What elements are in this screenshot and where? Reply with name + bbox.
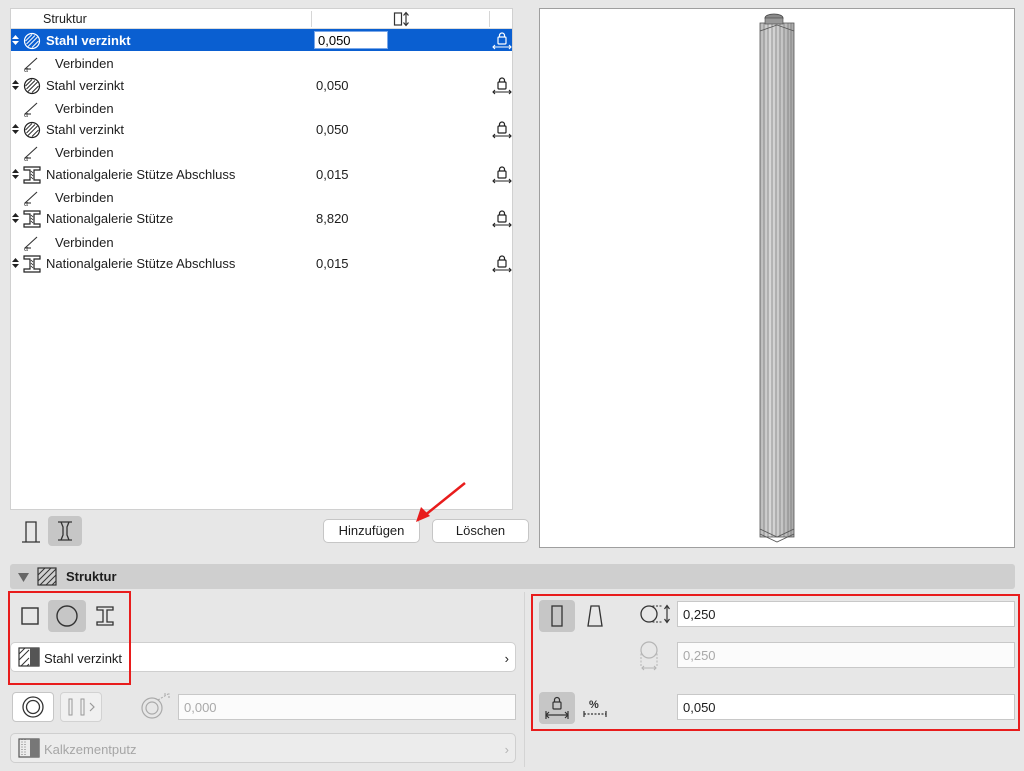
i-beam-icon <box>23 166 41 187</box>
svg-text:α: α <box>24 67 28 72</box>
connection-angle-icon: α <box>23 101 41 120</box>
connection-row[interactable]: α Verbinden <box>11 140 512 164</box>
lock-length-icon[interactable] <box>492 210 512 231</box>
reorder-handle-icon[interactable] <box>11 168 20 180</box>
add-button[interactable]: Hinzufügen <box>323 519 420 543</box>
svg-text:α: α <box>24 246 28 251</box>
circle-hatch-icon <box>23 32 41 53</box>
lock-length-icon[interactable] <box>492 121 512 142</box>
connection-angle-icon: α <box>23 145 41 164</box>
veneer-thickness-input[interactable] <box>178 694 516 720</box>
structure-row[interactable]: Nationalgalerie Stütze 8,820 <box>11 207 512 229</box>
column-header-structure: Struktur <box>43 12 87 26</box>
straight-column-view-button[interactable] <box>14 516 48 546</box>
i-beam-icon <box>23 210 41 231</box>
veneer-thickness-icon <box>138 692 174 725</box>
connection-angle-icon: α <box>23 190 41 209</box>
row-name: Nationalgalerie Stütze Abschluss <box>46 166 236 182</box>
i-beam-icon <box>23 255 41 276</box>
lock-length-icon[interactable] <box>492 77 512 98</box>
row-height-input[interactable] <box>314 31 388 49</box>
svg-text:α: α <box>24 201 28 206</box>
veneer-type-icon <box>68 698 95 716</box>
lock-length-icon[interactable] <box>492 255 512 276</box>
structure-row[interactable]: Stahl verzinkt 0,050 <box>11 74 512 96</box>
row-height-value[interactable]: 0,015 <box>316 256 349 271</box>
section-title: Struktur <box>66 569 117 584</box>
row-height-value[interactable]: 0,050 <box>316 122 349 137</box>
row-name: Stahl verzinkt <box>46 77 125 93</box>
row-height-value[interactable]: 0,050 <box>316 78 349 93</box>
structure-section-header[interactable]: Struktur <box>10 564 1015 589</box>
connection-row[interactable]: α Verbinden <box>11 185 512 209</box>
annotation-arrow <box>416 482 466 522</box>
column-divider <box>311 11 312 27</box>
lock-length-icon[interactable] <box>492 166 512 187</box>
annotation-highlight-box <box>531 594 1020 731</box>
row-height-value[interactable]: 0,015 <box>316 167 349 182</box>
connection-label: Verbinden <box>55 190 114 206</box>
plaster-swatch-icon <box>18 738 40 761</box>
concentric-circles-icon <box>22 696 44 718</box>
connection-label: Verbinden <box>55 145 114 161</box>
disclosure-triangle-icon[interactable] <box>18 571 29 586</box>
structure-row[interactable]: Nationalgalerie Stütze Abschluss 0,015 <box>11 163 512 185</box>
connection-label: Verbinden <box>55 234 114 250</box>
row-height-value[interactable]: 8,820 <box>316 211 349 226</box>
structure-row[interactable]: Stahl verzinkt 0,050 <box>11 118 512 140</box>
reorder-handle-icon[interactable] <box>11 34 20 46</box>
lock-length-icon[interactable] <box>492 32 512 53</box>
annotation-highlight-box <box>8 591 131 685</box>
svg-text:α: α <box>24 112 28 117</box>
connection-angle-icon: α <box>23 235 41 254</box>
connection-label: Verbinden <box>55 100 114 116</box>
row-name: Stahl verzinkt <box>46 33 131 48</box>
veneer-material-label: Kalkzementputz <box>44 742 137 757</box>
circle-hatch-icon <box>23 121 41 142</box>
column-3d-preview-image <box>759 13 795 543</box>
reorder-handle-icon[interactable] <box>11 257 20 269</box>
row-name: Stahl verzinkt <box>46 122 125 138</box>
reorder-handle-icon[interactable] <box>11 79 20 91</box>
hatch-pattern-icon <box>37 567 57 589</box>
connection-row[interactable]: α Verbinden <box>11 51 512 75</box>
segmented-column-view-button[interactable] <box>48 516 82 546</box>
list-header: Struktur <box>11 9 512 29</box>
structure-row[interactable]: Nationalgalerie Stütze Abschluss 0,015 <box>11 252 512 274</box>
reorder-handle-icon[interactable] <box>11 212 20 224</box>
veneer-core-button[interactable] <box>12 692 54 722</box>
circle-hatch-icon <box>23 77 41 98</box>
connection-label: Verbinden <box>55 56 114 72</box>
svg-text:α: α <box>24 156 28 161</box>
connection-row[interactable]: α Verbinden <box>11 96 512 120</box>
connection-row[interactable]: α Verbinden <box>11 230 512 254</box>
column-divider <box>489 11 490 27</box>
connection-angle-icon: α <box>23 56 41 75</box>
structure-list[interactable]: Struktur Stahl verzinkt α Verbinden Stahl v… <box>10 8 513 510</box>
veneer-type-dropdown[interactable] <box>60 692 102 722</box>
row-name: Nationalgalerie Stütze <box>46 211 174 227</box>
height-column-icon <box>393 11 413 30</box>
panel-divider <box>524 592 525 767</box>
veneer-material-selector[interactable]: Kalkzementputz › <box>10 733 516 763</box>
structure-row[interactable]: Stahl verzinkt <box>11 29 512 53</box>
column-preview[interactable] <box>539 8 1015 548</box>
chevron-right-icon: › <box>504 742 509 757</box>
row-name: Nationalgalerie Stütze Abschluss <box>46 255 236 271</box>
reorder-handle-icon[interactable] <box>11 123 20 135</box>
chevron-right-icon: › <box>504 651 509 666</box>
